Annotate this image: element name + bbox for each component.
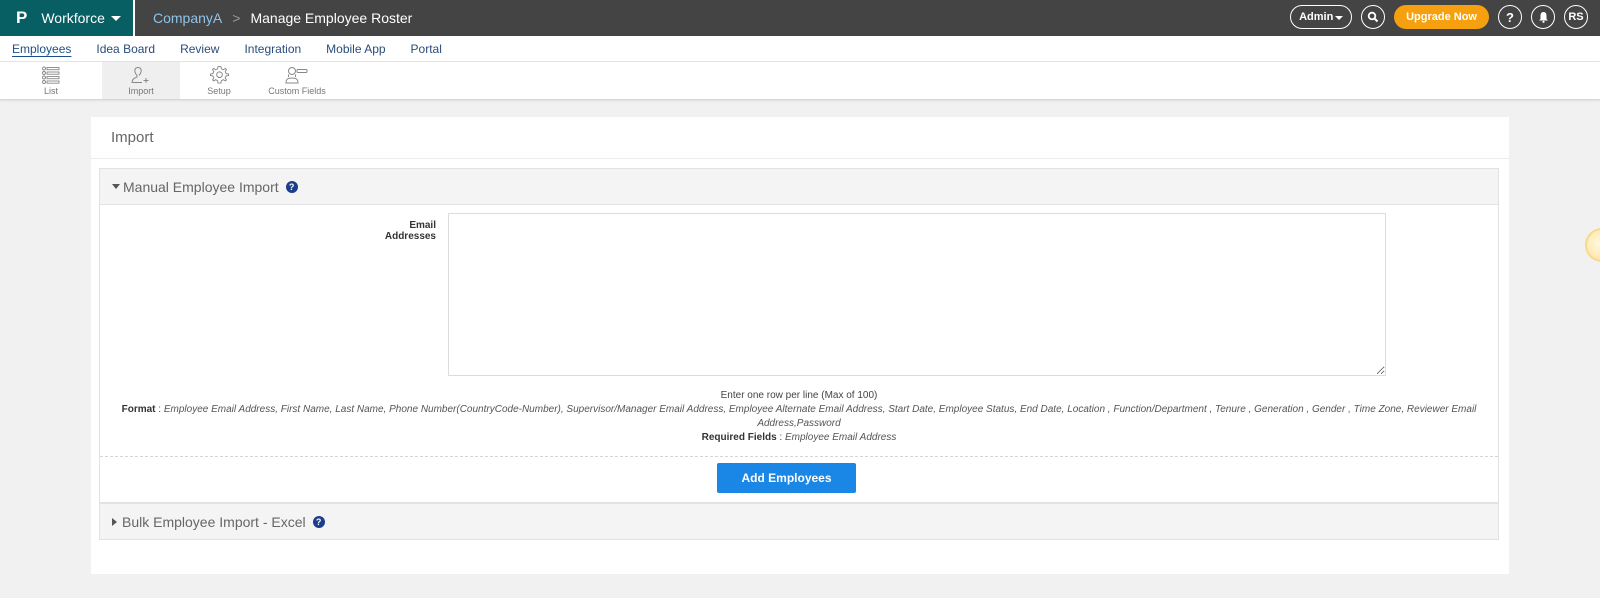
chat-bubble-icon[interactable] [1585, 228, 1600, 262]
search-button[interactable] [1361, 5, 1386, 29]
row-limit-hint: Enter one row per line (Max of 100) [720, 390, 878, 401]
caret-right-icon [112, 517, 117, 526]
format-label: Format [121, 404, 156, 415]
required-fields-text: Employee Email Address [785, 432, 897, 443]
app-switcher[interactable]: P Workforce [0, 0, 135, 36]
top-right-actions: Admin Upgrade Now ? RS [1290, 5, 1588, 29]
manual-import-panel: Manual Employee Import ? Email Addresses… [99, 168, 1499, 503]
bulk-import-title: Bulk Employee Import - Excel [122, 513, 306, 530]
gear-icon [209, 65, 229, 84]
bulk-import-header[interactable]: Bulk Employee Import - Excel ? [100, 504, 1498, 539]
avatar-initials: RS [1568, 11, 1584, 23]
upgrade-button[interactable]: Upgrade Now [1394, 5, 1489, 29]
app-name: Workforce [41, 10, 105, 26]
custom-fields-icon [285, 66, 308, 83]
help-icon[interactable]: ? [312, 515, 325, 528]
menu-item-review[interactable]: Review [180, 42, 219, 56]
import-instructions: Enter one row per line (Max of 100) Form… [100, 389, 1498, 445]
tool-setup-label: Setup [207, 86, 231, 96]
help-icon: ? [1506, 9, 1514, 25]
tool-custom-fields-label: Custom Fields [268, 85, 326, 96]
user-avatar[interactable]: RS [1564, 5, 1588, 29]
required-fields: Required Fields : Employee Email Address [701, 432, 897, 443]
manual-import-title: Manual Employee Import [123, 178, 279, 195]
page-title: Manage Employee Roster [250, 10, 413, 26]
tool-list-label: List [43, 85, 58, 96]
tool-import[interactable]: Import [102, 62, 180, 99]
menu-item-mobile-app[interactable]: Mobile App [326, 42, 385, 56]
format-description: Format : Employee Email Address, First N… [121, 404, 1477, 429]
sub-toolbar: List Import Setup Custom Fields [0, 62, 1600, 100]
menu-item-portal[interactable]: Portal [411, 42, 442, 56]
top-bar: P Workforce CompanyA > Manage Employee R… [0, 0, 1600, 36]
required-fields-label: Required Fields [701, 432, 777, 443]
import-user-icon [131, 66, 149, 83]
add-employees-button[interactable]: Add Employees [717, 463, 856, 493]
notifications-button[interactable] [1531, 5, 1555, 29]
tool-setup[interactable]: Setup [180, 62, 258, 99]
tool-custom-fields[interactable]: Custom Fields [258, 62, 336, 99]
main-menu: Employees Idea Board Review Integration … [0, 36, 1600, 62]
bulk-import-panel: Bulk Employee Import - Excel ? [99, 503, 1499, 540]
chevron-down-icon [1335, 16, 1344, 20]
app-logo: P [16, 8, 28, 27]
menu-item-integration[interactable]: Integration [244, 42, 301, 56]
breadcrumb: CompanyA > Manage Employee Roster [153, 10, 412, 26]
card-heading: Import [91, 117, 1509, 159]
breadcrumb-company[interactable]: CompanyA [153, 10, 222, 26]
format-text: Employee Email Address, First Name, Last… [163, 404, 1477, 429]
tool-import-label: Import [128, 85, 154, 96]
manual-import-header[interactable]: Manual Employee Import ? [100, 169, 1498, 204]
role-selector-label: Admin [1299, 11, 1334, 23]
menu-item-employees[interactable]: Employees [12, 42, 71, 56]
role-selector[interactable]: Admin [1290, 5, 1353, 29]
list-icon [42, 66, 60, 84]
help-icon[interactable]: ? [285, 180, 298, 193]
help-button[interactable]: ? [1498, 5, 1522, 29]
tool-list[interactable]: List [0, 62, 102, 99]
email-addresses-label: Email Addresses [384, 220, 436, 242]
bell-icon [1538, 12, 1548, 23]
dashed-divider [100, 456, 1498, 457]
chevron-down-icon [110, 15, 121, 21]
menu-item-idea-board[interactable]: Idea Board [96, 42, 155, 56]
manual-import-body: Email Addresses Enter one row per line (… [100, 204, 1498, 502]
breadcrumb-separator-icon: > [232, 10, 241, 26]
caret-down-icon [112, 184, 120, 189]
import-card: Import Manual Employee Import ? Email Ad… [91, 117, 1509, 574]
email-addresses-input[interactable] [448, 213, 1386, 376]
search-icon [1367, 11, 1379, 23]
